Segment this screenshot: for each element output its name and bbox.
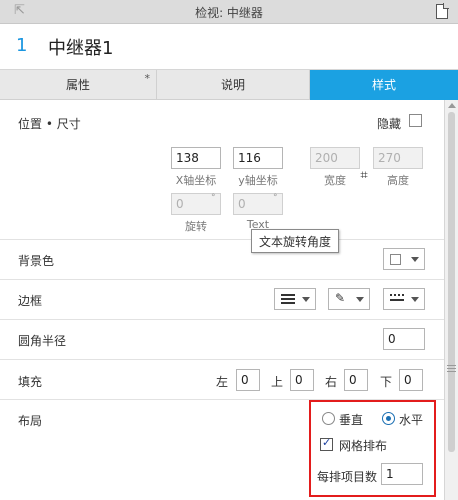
rotation-degree-sign: ° bbox=[211, 193, 216, 203]
grid-layout-checkbox[interactable] bbox=[320, 436, 333, 451]
items-per-row-label: 每排项目数 bbox=[317, 470, 378, 484]
widget-name[interactable]: 中继器1 bbox=[48, 34, 113, 60]
x-caption: X轴坐标 bbox=[175, 174, 217, 187]
tab-properties-label: 属性 bbox=[65, 78, 90, 92]
tab-bar: 属性 * 说明 样式 bbox=[0, 70, 458, 100]
chevron-down-icon bbox=[411, 257, 419, 262]
padding-bottom-input[interactable]: 0 bbox=[399, 369, 423, 391]
scrollbar-thumb[interactable] bbox=[448, 112, 455, 452]
border-color-dropdown[interactable]: ✎ bbox=[328, 288, 370, 310]
tab-notes[interactable]: 说明 bbox=[157, 70, 310, 100]
hide-checkbox[interactable] bbox=[409, 114, 422, 127]
corner-radius-label: 圆角半径 bbox=[18, 334, 67, 348]
text-rotation-tooltip: 文本旋转角度 bbox=[251, 229, 340, 253]
grid-layout-label: 网格排布 bbox=[339, 439, 388, 453]
border-weight-dropdown[interactable] bbox=[274, 288, 316, 310]
widget-header: 1 中继器1 bbox=[0, 24, 458, 70]
modified-marker: * bbox=[144, 72, 151, 85]
layout-horizontal-radio[interactable] bbox=[382, 412, 395, 425]
padding-bottom-label: 下 bbox=[380, 375, 393, 389]
tab-notes-label: 说明 bbox=[220, 78, 245, 92]
y-input[interactable]: 116 bbox=[233, 147, 283, 169]
tab-style[interactable]: 样式 bbox=[310, 70, 458, 100]
padding-right-label: 右 bbox=[325, 375, 338, 389]
pen-icon: ✎ bbox=[335, 291, 346, 305]
items-per-row-input[interactable]: 1 bbox=[381, 463, 423, 485]
background-section: 背景色 bbox=[0, 240, 444, 280]
y-caption: y轴坐标 bbox=[238, 174, 278, 187]
chevron-down-icon bbox=[302, 297, 310, 302]
layout-horizontal-label: 水平 bbox=[399, 413, 424, 427]
position-size-section: 位置 • 尺寸 隐藏 138 116 200 270 X轴坐标 y轴坐标 宽度 … bbox=[0, 100, 444, 240]
padding-right-input[interactable]: 0 bbox=[344, 369, 368, 391]
height-input[interactable]: 270 bbox=[373, 147, 423, 169]
layout-label: 布局 bbox=[18, 414, 43, 428]
padding-left-input[interactable]: 0 bbox=[236, 369, 260, 391]
padding-left-label: 左 bbox=[216, 375, 229, 389]
corner-radius-section: 圆角半径 0 bbox=[0, 320, 444, 360]
width-caption: 宽度 bbox=[324, 174, 346, 187]
border-section: 边框 ✎ bbox=[0, 280, 444, 320]
line-weight-icon bbox=[281, 294, 295, 296]
chevron-down-icon bbox=[411, 297, 419, 302]
chevron-down-icon bbox=[356, 297, 364, 302]
widget-number: 1 bbox=[16, 35, 28, 56]
padding-top-label: 上 bbox=[271, 375, 284, 389]
title-bar: ⇱ 检视: 中继器 bbox=[0, 0, 458, 24]
window-title: 检视: 中继器 bbox=[195, 6, 263, 20]
vertical-scrollbar[interactable] bbox=[444, 100, 458, 500]
padding-top-input[interactable]: 0 bbox=[290, 369, 314, 391]
text-rotation-degree-sign: ° bbox=[273, 193, 278, 203]
layout-vertical-radio[interactable] bbox=[322, 412, 335, 425]
border-style-dropdown[interactable] bbox=[383, 288, 425, 310]
border-label: 边框 bbox=[18, 294, 43, 308]
position-size-label: 位置 • 尺寸 bbox=[18, 117, 81, 131]
document-icon[interactable] bbox=[436, 3, 449, 19]
line-style-icon bbox=[390, 294, 404, 296]
height-caption: 高度 bbox=[387, 174, 409, 187]
rotation-caption: 旋转 bbox=[185, 220, 207, 233]
grip-icon bbox=[447, 365, 456, 366]
x-input[interactable]: 138 bbox=[171, 147, 221, 169]
color-swatch-icon bbox=[390, 254, 401, 265]
corner-radius-input[interactable]: 0 bbox=[383, 328, 425, 350]
background-color-picker[interactable] bbox=[383, 248, 425, 270]
tab-properties[interactable]: 属性 * bbox=[0, 70, 157, 100]
padding-label: 填充 bbox=[18, 375, 43, 389]
tab-style-label: 样式 bbox=[371, 78, 396, 92]
layout-vertical-label: 垂直 bbox=[339, 413, 364, 427]
scroll-up-icon[interactable] bbox=[448, 103, 456, 108]
hide-label: 隐藏 bbox=[377, 117, 402, 131]
width-input[interactable]: 200 bbox=[310, 147, 360, 169]
background-label: 背景色 bbox=[18, 254, 55, 268]
padding-section: 填充 左 0 上 0 右 0 下 0 bbox=[0, 360, 444, 400]
